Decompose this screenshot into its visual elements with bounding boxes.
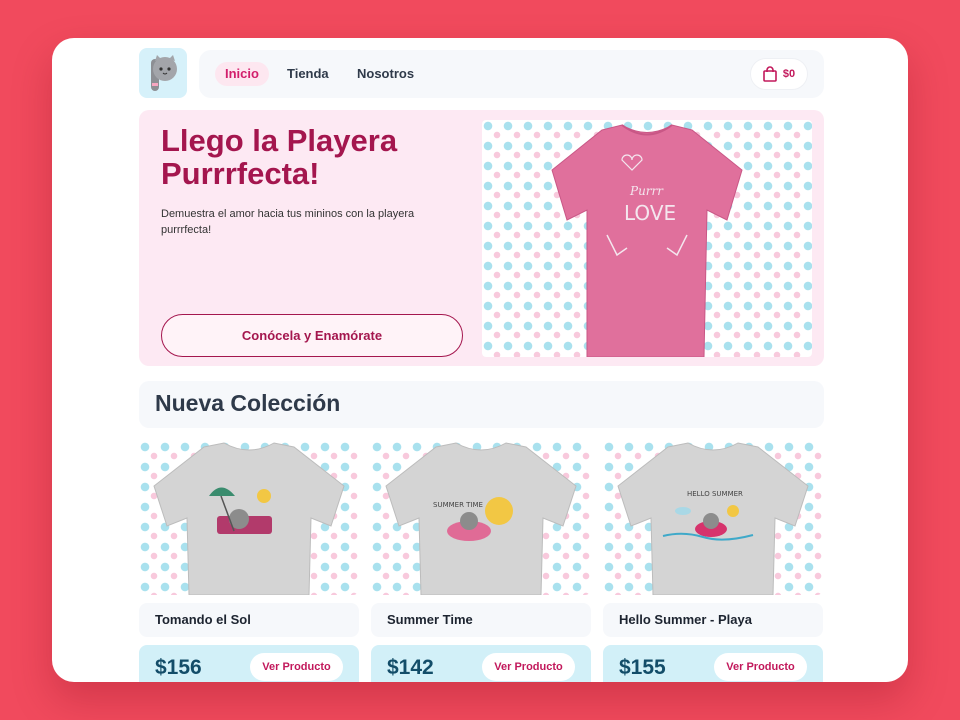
product-name-box: Tomando el Sol xyxy=(139,603,359,637)
product-name[interactable]: Summer Time xyxy=(387,612,473,627)
pink-tshirt-image: Purrr LOVE xyxy=(551,124,743,357)
nav-item-tienda[interactable]: Tienda xyxy=(277,62,339,86)
product-card: SUMMER TIME Summer Time $142 Ver Product… xyxy=(371,441,591,682)
cat-logo-icon xyxy=(151,55,177,91)
nav-bar: Inicio Tienda Nosotros $0 xyxy=(199,50,824,98)
product-buy-bar: $156 Ver Producto xyxy=(139,645,359,682)
product-2-shirt-print: SUMMER TIME xyxy=(433,501,483,509)
browser-window: Inicio Tienda Nosotros $0 Llego la Playe… xyxy=(52,38,908,682)
hero-product-image[interactable]: Purrr LOVE xyxy=(482,120,812,357)
view-product-button[interactable]: Ver Producto xyxy=(250,653,343,681)
product-price: $155 xyxy=(619,656,666,679)
product-3-shirt-print: HELLO SUMMER xyxy=(687,490,743,498)
hero-title: Llego la Playera Purrrfecta! xyxy=(161,123,398,191)
view-product-button[interactable]: Ver Producto xyxy=(482,653,575,681)
logo[interactable] xyxy=(139,48,187,98)
shopping-bag-icon xyxy=(763,66,777,82)
hero-shirt-print-line1: Purrr xyxy=(629,184,664,198)
product-price: $156 xyxy=(155,656,202,679)
grey-tshirt-image: HELLO SUMMER xyxy=(617,442,809,595)
view-product-button[interactable]: Ver Producto xyxy=(714,653,807,681)
hero-shirt-print-line2: LOVE xyxy=(624,201,676,225)
product-card: HELLO SUMMER Hello Summer - Playa $155 V… xyxy=(603,441,823,682)
product-image[interactable]: HELLO SUMMER xyxy=(603,441,823,595)
hero-cta-button[interactable]: Conócela y Enamórate xyxy=(161,314,463,357)
hero-banner: Llego la Playera Purrrfecta! Demuestra e… xyxy=(139,110,824,366)
grey-tshirt-image xyxy=(153,442,345,595)
nav-item-inicio[interactable]: Inicio xyxy=(215,62,269,86)
collection-title: Nueva Colección xyxy=(155,390,341,416)
product-name-box: Hello Summer - Playa xyxy=(603,603,823,637)
product-price: $142 xyxy=(387,656,434,679)
grey-tshirt-image: SUMMER TIME xyxy=(385,442,577,595)
product-image[interactable] xyxy=(139,441,359,595)
product-buy-bar: $142 Ver Producto xyxy=(371,645,591,682)
product-name[interactable]: Hello Summer - Playa xyxy=(619,612,752,627)
product-image[interactable]: SUMMER TIME xyxy=(371,441,591,595)
product-name[interactable]: Tomando el Sol xyxy=(155,612,251,627)
product-card: Tomando el Sol $156 Ver Producto xyxy=(139,441,359,682)
nav-item-nosotros[interactable]: Nosotros xyxy=(347,62,424,86)
hero-description: Demuestra el amor hacia tus mininos con … xyxy=(161,208,415,236)
product-buy-bar: $155 Ver Producto xyxy=(603,645,823,682)
collection-header: Nueva Colección xyxy=(139,381,824,428)
product-name-box: Summer Time xyxy=(371,603,591,637)
cart-total: $0 xyxy=(782,68,796,80)
cart-button[interactable]: $0 xyxy=(750,58,808,90)
